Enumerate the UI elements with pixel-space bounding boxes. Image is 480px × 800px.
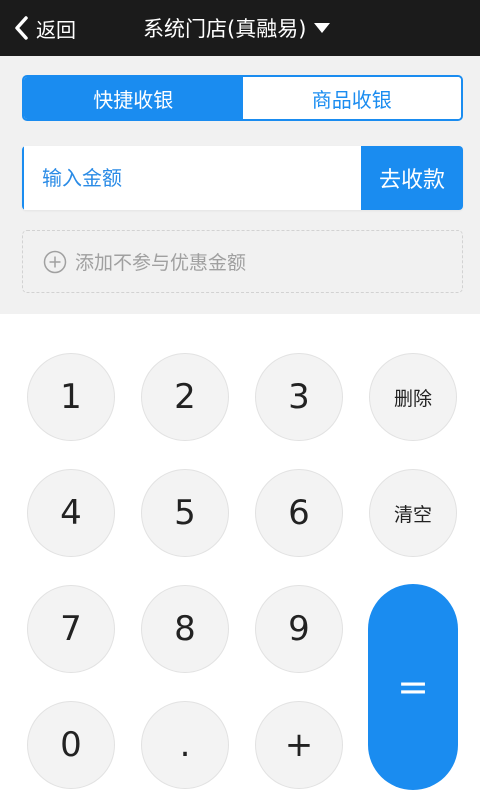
page-title: 系统门店(真融易): [143, 17, 307, 41]
back-label: 返回: [36, 17, 76, 42]
amount-row: 去收款: [22, 146, 463, 210]
key-decimal[interactable]: .: [141, 701, 229, 789]
chevron-left-icon: [15, 16, 28, 40]
key-5[interactable]: 5: [141, 469, 229, 557]
caret-down-icon: [314, 23, 331, 33]
key-4[interactable]: 4: [27, 469, 115, 557]
add-non-discount-amount[interactable]: 添加不参与优惠金额: [22, 230, 463, 293]
keypad: 1 2 3 删除 4 5 6 清空 7 8 9 0 . + =: [0, 314, 480, 800]
key-6[interactable]: 6: [255, 469, 343, 557]
store-selector[interactable]: 系统门店(真融易): [143, 0, 331, 56]
key-0[interactable]: 0: [27, 701, 115, 789]
back-button[interactable]: 返回: [12, 0, 76, 56]
tab-quick-cashier[interactable]: 快捷收银: [24, 77, 243, 119]
key-3[interactable]: 3: [255, 353, 343, 441]
amount-input[interactable]: [22, 146, 361, 210]
collect-payment-button[interactable]: 去收款: [361, 146, 463, 210]
key-plus[interactable]: +: [255, 701, 343, 789]
key-9[interactable]: 9: [255, 585, 343, 673]
equals-button[interactable]: =: [368, 584, 458, 790]
plus-circle-icon: [43, 250, 67, 273]
key-8[interactable]: 8: [141, 585, 229, 673]
tab-product-cashier[interactable]: 商品收银: [242, 77, 461, 119]
key-1[interactable]: 1: [27, 353, 115, 441]
discount-label: 添加不参与优惠金额: [75, 252, 247, 274]
key-2[interactable]: 2: [141, 353, 229, 441]
clear-button[interactable]: 清空: [369, 469, 457, 557]
app-header: 返回 系统门店(真融易): [0, 0, 480, 56]
cashier-mode-tabs: 快捷收银 商品收银: [22, 75, 463, 121]
key-7[interactable]: 7: [27, 585, 115, 673]
delete-button[interactable]: 删除: [369, 353, 457, 441]
